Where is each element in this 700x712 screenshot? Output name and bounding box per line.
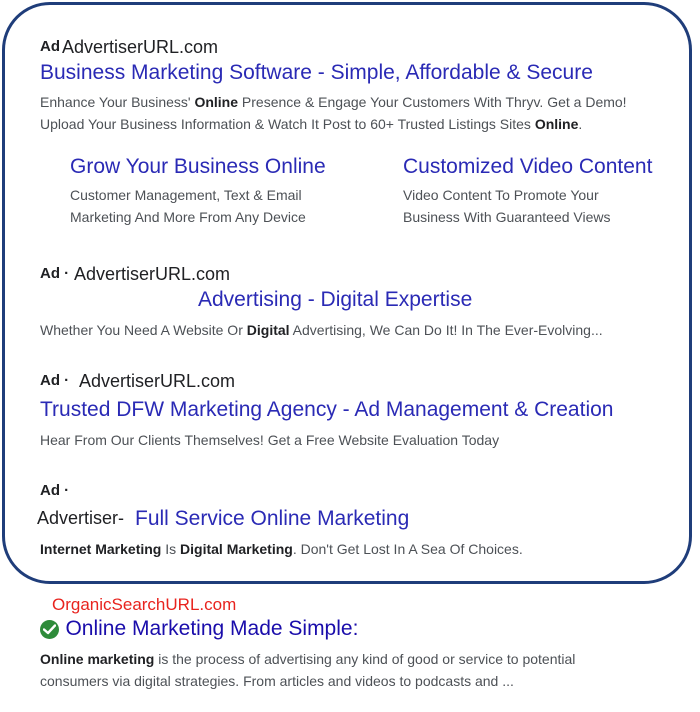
ad-label: Ad · — [40, 482, 70, 499]
ad-label: Ad · — [40, 372, 70, 389]
highlighted-keyword: Internet Marketing — [40, 541, 162, 557]
organic-title[interactable]: Online Marketing Made Simple: — [65, 617, 358, 640]
sitelink-description: Marketing And More From Any Device — [70, 209, 306, 225]
ad-title[interactable]: Trusted DFW Marketing Agency - Ad Manage… — [40, 398, 613, 422]
organic-url[interactable]: OrganicSearchURL.com — [52, 595, 236, 615]
highlighted-keyword: Digital — [246, 322, 290, 338]
highlighted-keyword: Online marketing — [40, 651, 155, 667]
ad-url[interactable]: AdvertiserURL.com — [62, 37, 218, 58]
ad-title[interactable]: Full Service Online Marketing — [135, 507, 409, 531]
ad-title[interactable]: Advertising - Digital Expertise — [198, 288, 472, 312]
highlighted-keyword: Digital Marketing — [180, 541, 293, 557]
sitelink-title[interactable]: Customized Video Content — [403, 155, 652, 179]
highlighted-keyword: Online — [194, 94, 239, 110]
ad-description: Internet Marketing Is Digital Marketing.… — [40, 541, 523, 557]
ad-url[interactable]: AdvertiserURL.com — [79, 371, 235, 392]
sitelink-title[interactable]: Grow Your Business Online — [70, 155, 326, 179]
ad-description: Hear From Our Clients Themselves! Get a … — [40, 432, 500, 448]
ad-url[interactable]: Advertiser- — [37, 508, 124, 529]
ad-title[interactable]: Business Marketing Software - Simple, Af… — [40, 61, 593, 85]
organic-title-row[interactable]: Online Marketing Made Simple: — [40, 617, 358, 641]
highlighted-keyword: Online — [534, 116, 579, 132]
organic-description: Online marketing is the process of adver… — [40, 651, 576, 689]
check-circle-icon — [40, 619, 59, 639]
ad-description: Whether You Need A Website Or Digital Ad… — [40, 322, 603, 338]
sitelink-description: Customer Management, Text & Email — [70, 187, 302, 203]
sitelink-description: Business With Guaranteed Views — [403, 209, 611, 225]
ad-description: Enhance Your Business' Online Presence &… — [40, 94, 627, 132]
ad-label: Ad — [40, 38, 60, 55]
sitelink-description: Video Content To Promote Your — [403, 187, 599, 203]
ad-label: Ad · — [40, 265, 70, 282]
ad-url[interactable]: AdvertiserURL.com — [74, 264, 230, 285]
